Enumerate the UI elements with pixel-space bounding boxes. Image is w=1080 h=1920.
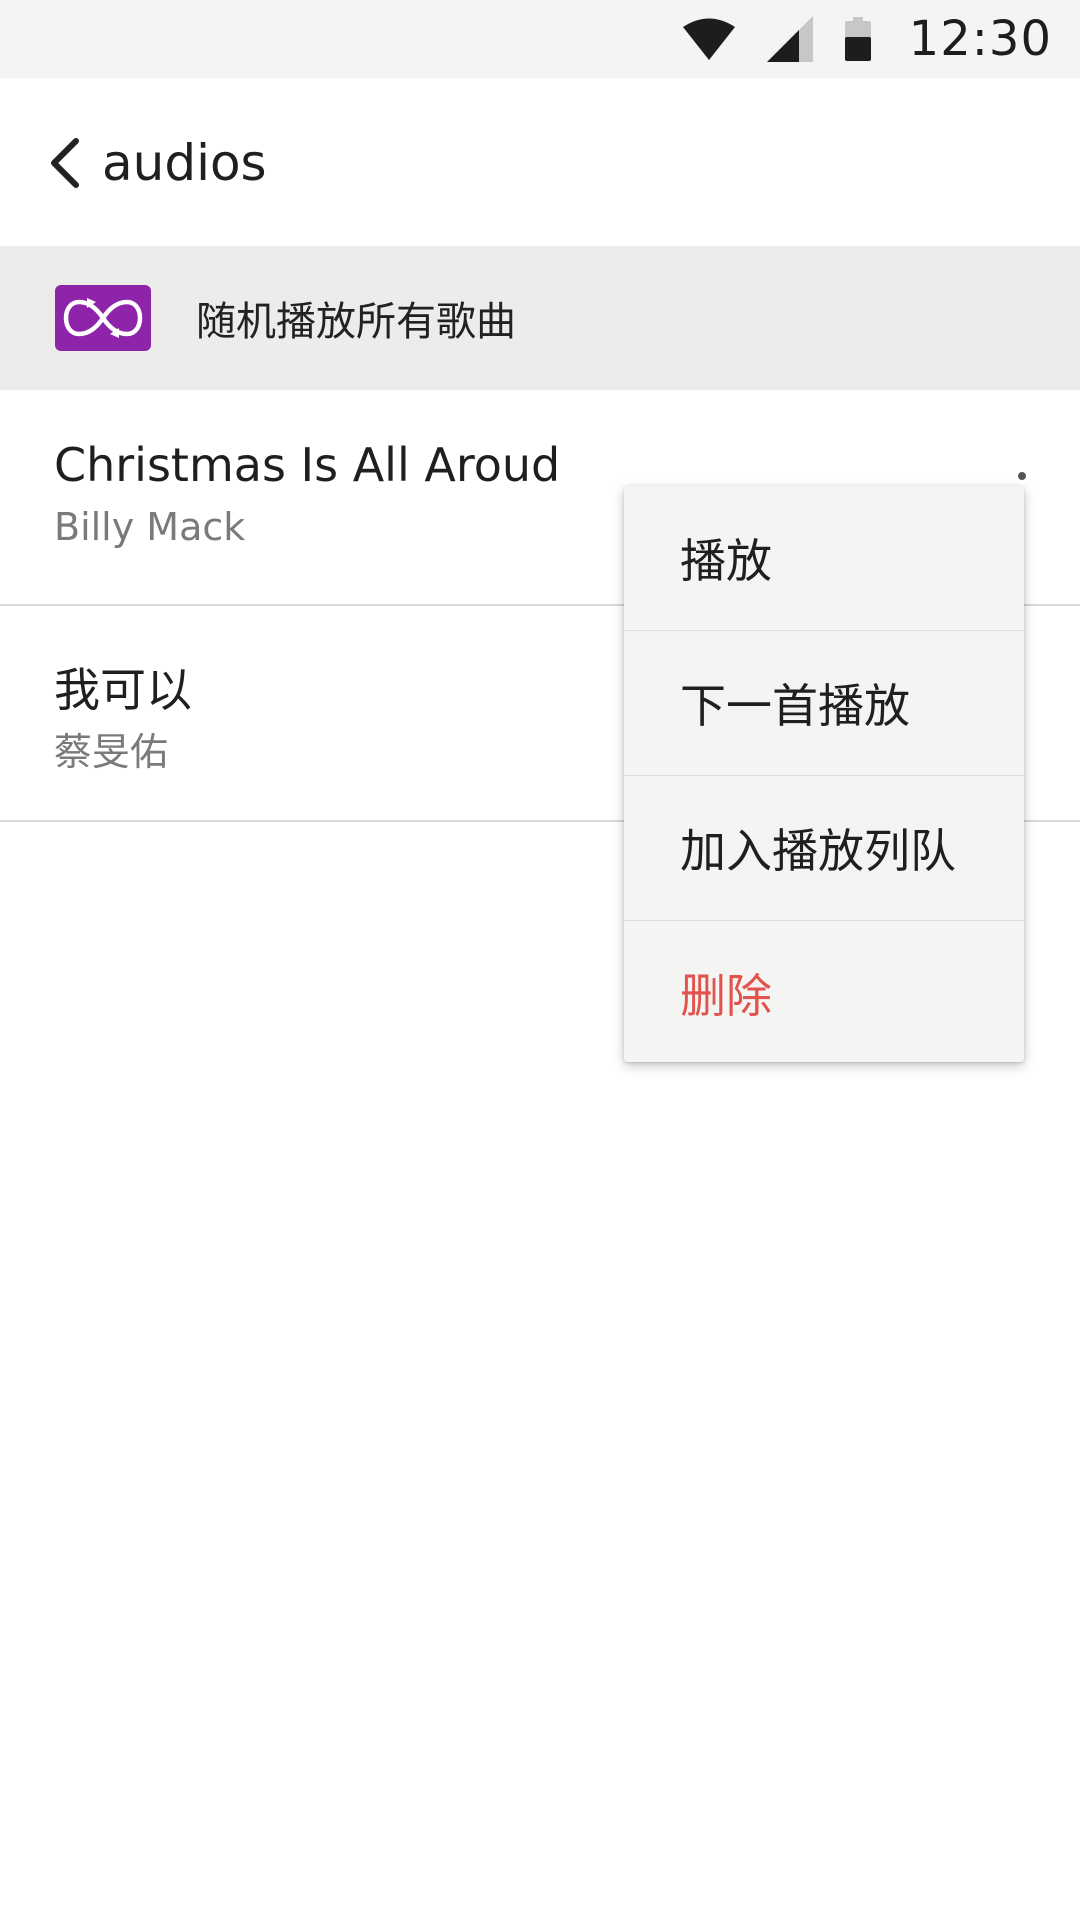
- menu-item-play[interactable]: 播放: [624, 486, 1024, 630]
- menu-item-play-next[interactable]: 下一首播放: [624, 631, 1024, 775]
- context-menu: 播放 下一首播放 加入播放列队 删除: [624, 486, 1024, 1062]
- shuffle-all-label: 随机播放所有歌曲: [196, 299, 516, 345]
- battery-icon: [844, 17, 871, 61]
- chevron-left-icon[interactable]: [48, 137, 82, 189]
- shuffle-infinity-icon: [55, 285, 151, 351]
- song-title: 我可以: [54, 663, 192, 717]
- page-title: audios: [102, 134, 267, 192]
- status-icons: 12:30: [651, 0, 1052, 78]
- header: audios: [0, 78, 1080, 246]
- status-bar: 12:30: [0, 0, 1080, 78]
- song-artist: Billy Mack: [54, 505, 246, 549]
- more-options-icon[interactable]: [1018, 472, 1026, 480]
- song-artist: 蔡旻佑: [54, 730, 169, 774]
- wifi-icon: [682, 18, 735, 60]
- song-title: Christmas Is All Aroud: [54, 438, 561, 492]
- shuffle-all-button[interactable]: 随机播放所有歌曲: [0, 246, 1080, 390]
- signal-icon: [766, 16, 813, 62]
- menu-item-delete[interactable]: 删除: [624, 921, 1024, 1065]
- back-button[interactable]: audios: [48, 130, 267, 196]
- menu-item-add-to-queue[interactable]: 加入播放列队: [624, 776, 1024, 920]
- clock: 12:30: [908, 11, 1052, 67]
